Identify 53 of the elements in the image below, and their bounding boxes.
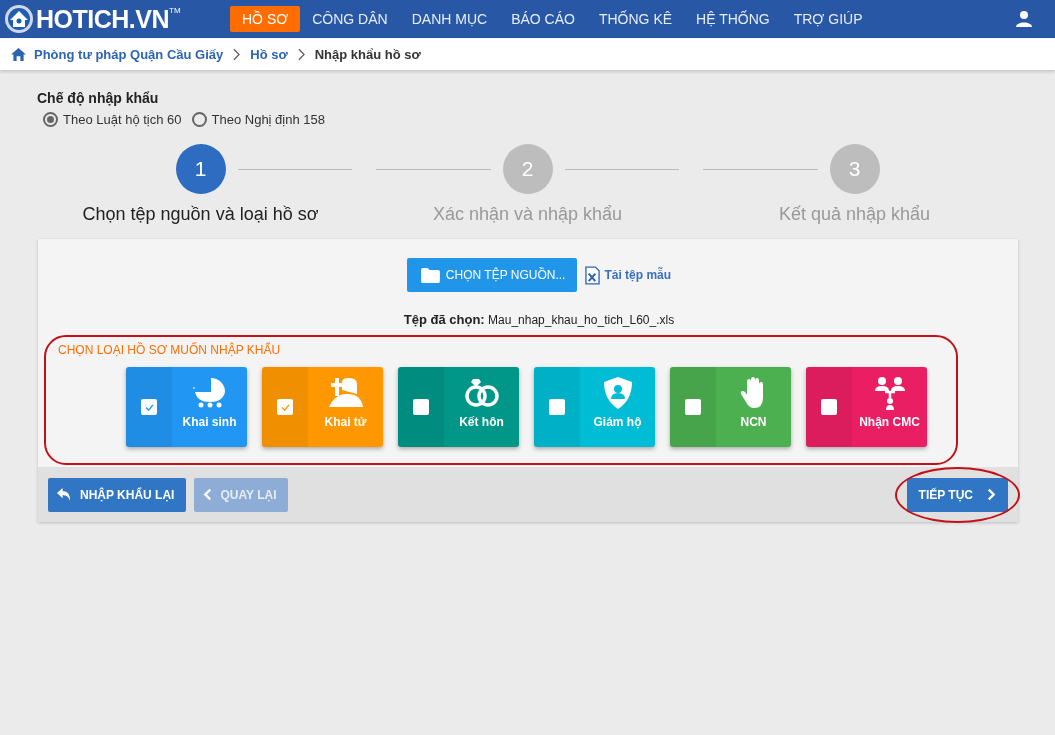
menu-item[interactable]: CÔNG DÂN (300, 6, 400, 32)
reimport-button[interactable]: NHẬP KHẨU LẠI (48, 477, 187, 512)
checkbox[interactable] (685, 399, 701, 415)
breadcrumb-link[interactable]: Hồ sơ (250, 46, 288, 62)
step-number: 1 (175, 144, 226, 194)
selected-file-text: Tệp đã chọn: Mau_nhap_khau_ho_tich_L60_.xls (402, 312, 676, 327)
menu-item[interactable]: BÁO CÁO (499, 6, 587, 32)
menu-item[interactable]: THỐNG KÊ (586, 6, 685, 32)
menu-item[interactable]: HỒ SƠ (230, 6, 301, 32)
checkbox[interactable] (413, 399, 429, 415)
house-logo-icon (4, 4, 34, 34)
radio-option[interactable]: Theo Nghị định 158 (191, 112, 325, 127)
step-number: 3 (829, 144, 880, 194)
record-type-icon (872, 376, 907, 410)
check-icon (280, 403, 290, 411)
record-type-tile[interactable]: Nhận CMC (806, 367, 927, 447)
import-mode-label: Chế độ nhập khẩu (37, 90, 160, 106)
breadcrumb-link[interactable]: Phòng tư pháp Quận Cầu Giấy (34, 46, 224, 62)
download-template-link[interactable]: Tải tệp mẫu (585, 265, 672, 285)
menu-item[interactable]: TRỢ GIÚP (781, 6, 875, 32)
checkbox[interactable] (549, 399, 565, 415)
user-icon[interactable] (1015, 10, 1033, 28)
breadcrumb-current: Nhập khẩu hồ sơ (314, 46, 421, 62)
menu-item[interactable]: DANH MỤC (399, 6, 500, 32)
logo-text[interactable]: HOTICH.VN (36, 4, 169, 34)
step-number: 2 (502, 144, 553, 194)
reply-arrow-icon (57, 487, 72, 502)
excel-file-icon (585, 265, 601, 285)
step-label: Kết quả nhập khẩu (778, 204, 931, 225)
checkbox[interactable] (141, 399, 157, 415)
step-label: Xác nhận và nhập khẩu (432, 204, 623, 225)
record-type-icon (464, 376, 499, 410)
record-type-tile[interactable]: NCN (670, 367, 791, 447)
record-type-tile[interactable]: Khai sinh (126, 367, 247, 447)
menu-item[interactable]: HỆ THỐNG (684, 6, 782, 32)
checkbox[interactable] (277, 399, 293, 415)
chevron-icon (297, 47, 305, 61)
chevron-right-icon (987, 488, 996, 501)
trademark-mark: TM (169, 6, 181, 15)
checkbox[interactable] (821, 399, 837, 415)
chevron-icon (233, 47, 241, 61)
record-type-heading: CHỌN LOẠI HỒ SƠ MUỐN NHẬP KHẨU (57, 341, 282, 357)
home-icon[interactable] (11, 47, 26, 61)
check-icon (144, 403, 154, 411)
record-type-icon (192, 376, 227, 410)
chevron-left-icon (203, 488, 213, 501)
continue-button[interactable]: TIẾP TỤC (906, 477, 1008, 512)
record-type-icon (328, 376, 363, 410)
folder-icon (420, 267, 440, 283)
record-type-tile[interactable]: Kết hôn (398, 367, 519, 447)
choose-file-button[interactable]: CHỌN TỆP NGUỒN... (406, 258, 578, 292)
step-label: Chọn tệp nguồn và loại hồ sơ (82, 204, 319, 225)
radio-option[interactable]: Theo Luật hộ tịch 60 (43, 112, 182, 127)
